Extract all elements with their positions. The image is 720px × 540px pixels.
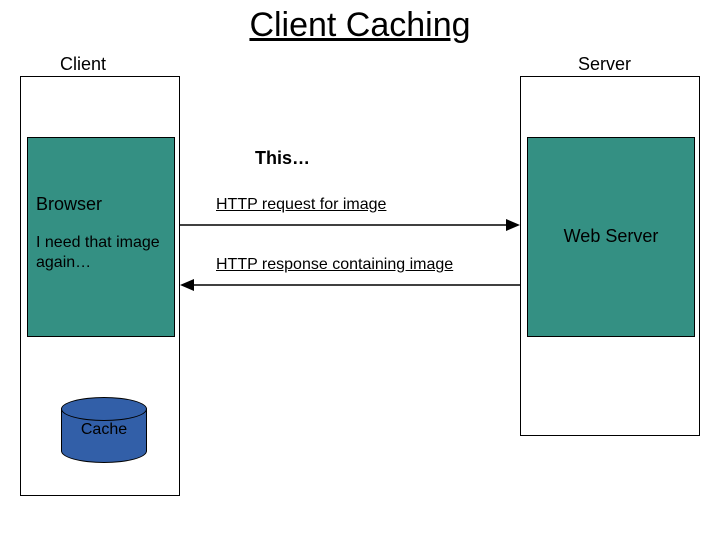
arrow-left-icon bbox=[180, 278, 520, 292]
server-box: Web Server bbox=[520, 76, 700, 436]
cache-cylinder: Cache bbox=[61, 397, 147, 463]
page-title: Client Caching bbox=[0, 6, 720, 45]
response-arrow bbox=[180, 278, 520, 292]
web-server-box: Web Server bbox=[527, 137, 695, 337]
browser-box: Browser I need that image again… bbox=[27, 137, 175, 337]
client-box: Browser I need that image again… Cache bbox=[20, 76, 180, 496]
web-server-label: Web Server bbox=[564, 226, 659, 248]
request-label: HTTP request for image bbox=[216, 196, 386, 214]
arrow-right-icon bbox=[180, 218, 520, 232]
server-label: Server bbox=[578, 54, 631, 75]
client-label: Client bbox=[60, 54, 106, 75]
cache-label: Cache bbox=[61, 421, 147, 439]
response-label: HTTP response containing image bbox=[216, 256, 453, 274]
browser-thought: I need that image again… bbox=[36, 233, 166, 273]
request-arrow bbox=[180, 218, 520, 232]
browser-label: Browser bbox=[36, 194, 166, 215]
this-label: This… bbox=[255, 148, 310, 169]
cache-top-ellipse bbox=[61, 397, 147, 421]
diagram-stage: Client Caching Client Server Browser I n… bbox=[0, 0, 720, 540]
